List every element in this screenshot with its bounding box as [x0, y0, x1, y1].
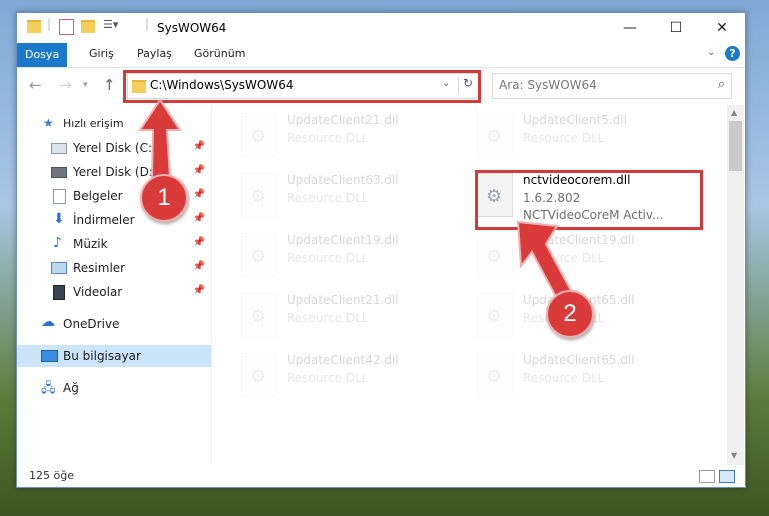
- callout-badge-1: 1: [140, 174, 188, 222]
- annotation-arrows: [138, 98, 578, 310]
- arrow-1-icon: [138, 98, 182, 179]
- callout-badge-2: 2: [546, 290, 594, 338]
